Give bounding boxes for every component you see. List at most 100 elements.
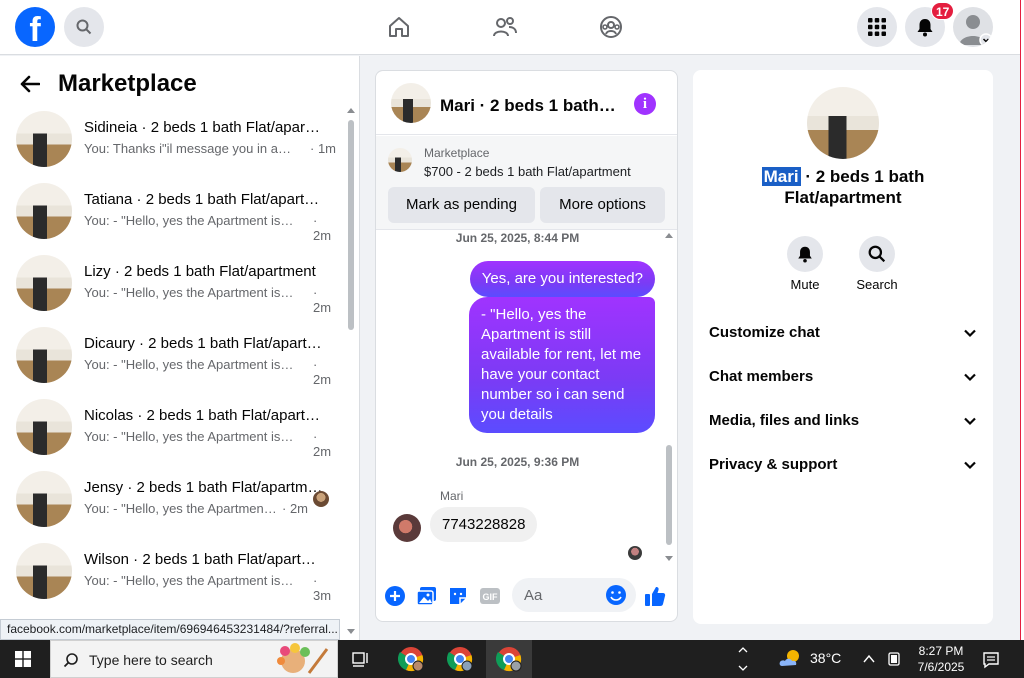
mute-button[interactable]: Mute [775,236,835,292]
mark-as-pending-button[interactable]: Mark as pending [388,187,535,223]
menu-button[interactable] [857,7,897,47]
weather-icon[interactable] [778,648,804,670]
scrollbar-thumb[interactable] [348,120,354,330]
outgoing-message[interactable]: - "Hello, yes the Apartment is still ava… [469,297,655,433]
scrollbar-thumb[interactable] [666,445,672,545]
window-edge [1020,0,1024,640]
listing-thumbnail [16,471,72,527]
chrome-taskbar-app-active[interactable] [486,640,532,678]
task-view-button[interactable] [338,640,384,678]
listing-description[interactable]: $700 - 2 beds 1 bath Flat/apartment [424,164,631,179]
chat-title[interactable]: Mari · 2 beds 1 bath Flat/apartment [440,96,620,116]
chevron-down-icon [964,417,976,426]
sticker-icon[interactable] [447,585,469,607]
chrome-icon [447,647,473,672]
chrome-taskbar-app[interactable] [437,640,483,678]
seen-avatar [313,491,329,507]
scroll-up-arrow[interactable] [347,108,355,113]
thumbs-up-icon[interactable] [644,585,666,607]
chevron-up-icon[interactable] [862,653,876,665]
chevron-down-icon [964,461,976,470]
conversation-name: Nicolas · 2 beds 1 bath Flat/apartment [84,407,324,424]
message-time: · 2m [313,213,332,243]
conversation-name: Dicaury · 2 beds 1 bath Flat/apartment [84,335,324,352]
search-icon [868,245,886,263]
back-arrow-icon[interactable] [20,75,40,93]
section-media-files-links[interactable]: Media, files and links [709,412,979,442]
chevron-down-icon [964,329,976,338]
message-preview: You: - "Hello, yes the Apartment is … [84,573,294,588]
gif-icon[interactable]: GIF [479,585,501,607]
chat-avatar[interactable] [391,83,431,123]
photo-icon[interactable] [416,585,438,607]
message-time: · 3m [313,573,332,603]
message-preview: You: - "Hello, yes the Apartment is … [84,285,294,300]
message-preview: You: - "Hello, yes the Apartment is … [84,213,294,228]
conversation-list-item[interactable]: Nicolas · 2 beds 1 bath Flat/apartment Yo… [16,399,336,459]
chat-scrollbar[interactable] [663,231,675,563]
sender-avatar[interactable] [393,514,421,542]
home-nav-button[interactable] [384,12,414,42]
chevron-down-icon [964,373,976,382]
sender-name: Mari [440,489,464,503]
taskbar-search-box[interactable]: Type here to search [50,640,338,678]
message-thread: Jun 25, 2025, 8:44 PM Yes, are you inter… [376,231,677,569]
task-view-icon [352,652,368,667]
section-customize-chat[interactable]: Customize chat [709,324,979,354]
system-clock[interactable]: 8:27 PM 7/6/2025 [916,643,966,675]
battery-icon[interactable] [886,651,902,667]
home-icon [389,17,409,37]
listing-thumbnail [16,399,72,455]
message-preview: You: - "Hello, yes the Apartment is … [84,429,294,444]
bell-icon [917,19,933,37]
search-button[interactable] [64,7,104,47]
start-button[interactable] [0,640,46,678]
search-in-conversation-button[interactable]: Search [847,236,907,292]
conversation-list-item[interactable]: Lizy · 2 beds 1 bath Flat/apartment You: … [16,255,336,315]
scroll-down-arrow[interactable] [665,556,673,561]
conversation-name: Tatiana · 2 beds 1 bath Flat/apartment [84,191,324,208]
conversation-name-rest: · 2 beds 1 bath [800,167,925,186]
listing-thumbnail [16,111,72,167]
message-composer: GIF Aa [376,571,677,621]
search-highlight-illustration-icon [277,643,329,674]
scrollbar[interactable] [346,106,356,636]
account-button[interactable] [953,7,993,47]
plus-circle-icon[interactable] [384,585,406,607]
tray-scroll-arrows[interactable] [736,642,750,676]
more-options-button[interactable]: More options [540,187,665,223]
section-label: Customize chat [709,324,820,341]
groups-nav-button[interactable] [596,12,626,42]
conversation-list-item[interactable]: Wilson · 2 beds 1 bath Flat/apartment You… [16,543,336,603]
section-chat-members[interactable]: Chat members [709,368,979,398]
conversation-list-item[interactable]: Dicaury · 2 beds 1 bath Flat/apartment Yo… [16,327,336,387]
conversation-name: Mari · 2 beds 1 bath Flat/apartment [693,166,993,208]
notification-center-icon[interactable] [982,651,1000,669]
conversation-list-item[interactable]: Tatiana · 2 beds 1 bath Flat/apartment Yo… [16,183,336,243]
emoji-icon[interactable] [605,584,627,606]
facebook-logo[interactable]: f [15,7,55,47]
listing-source: Marketplace [424,146,490,160]
message-preview: You: - "Hello, yes the Apartment… [84,501,279,516]
section-privacy-support[interactable]: Privacy & support [709,456,979,486]
message-time: · 1m [310,141,336,156]
incoming-message[interactable]: 7743228828 [430,507,538,542]
chrome-taskbar-app[interactable] [388,640,434,678]
conversation-name: Sidineia · 2 beds 1 bath Flat/apartment [84,119,324,136]
conversation-list-item[interactable]: Jensy · 2 beds 1 bath Flat/apartment You:… [16,471,336,531]
conversation-name: Lizy · 2 beds 1 bath Flat/apartment [84,263,316,280]
conversation-list-item[interactable]: Sidineia · 2 beds 1 bath Flat/apartment Y… [16,111,336,171]
friends-nav-button[interactable] [490,12,520,42]
scroll-down-arrow[interactable] [347,629,355,634]
conversation-info-panel: Mari · 2 beds 1 bath Flat/apartment Mute… [693,70,993,624]
info-icon[interactable]: i [634,93,656,115]
message-timestamp: Jun 25, 2025, 8:44 PM [455,231,580,245]
weather-temperature[interactable]: 38°C [810,650,841,666]
conversation-avatar[interactable] [807,87,879,159]
listing-thumbnail[interactable] [388,148,412,172]
scroll-up-arrow[interactable] [665,233,673,238]
grid-menu-icon [868,18,886,36]
outgoing-message[interactable]: Yes, are you interested? [469,261,655,297]
notification-count-badge: 17 [931,2,955,20]
windows-taskbar: Type here to search 38°C 8:27 PM 7/6/202… [0,640,1024,678]
